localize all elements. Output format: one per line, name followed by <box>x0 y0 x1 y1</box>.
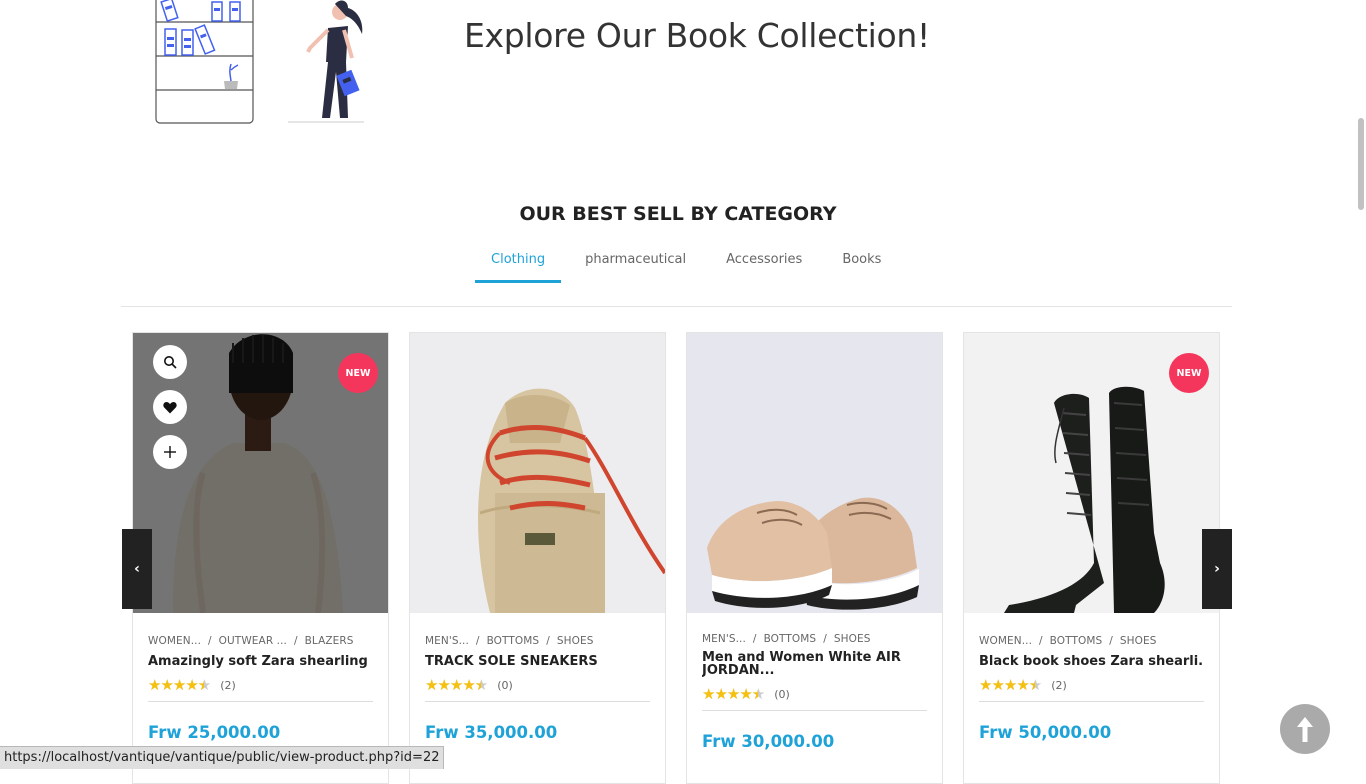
star-rating: ★★★★★★★★★★ <box>702 685 765 703</box>
product-image[interactable]: NEW <box>133 333 388 613</box>
crumb[interactable]: BOTTOMS <box>1050 635 1103 647</box>
product-rating: ★★★★★★★★★★ (2) <box>148 676 373 694</box>
product-image[interactable]: NEW <box>964 333 1219 613</box>
product-card[interactable]: MEN'S... / BOTTOMS / SHOES Men and Women Whi… <box>686 332 943 784</box>
star-rating: ★★★★★★★★★★ <box>425 676 488 694</box>
rating-count: (0) <box>774 687 790 701</box>
product-card[interactable]: NEW WOMEN... / BOTTOMS / SHOES Black book sh… <box>963 332 1220 784</box>
scrollbar-thumb[interactable] <box>1358 118 1364 210</box>
product-name[interactable]: Black book shoes Zara shearli... <box>979 655 1204 668</box>
rating-count: (2) <box>1051 678 1067 692</box>
product-rating: ★★★★★★★★★★ (2) <box>979 676 1204 694</box>
crumb[interactable]: OUTWEAR ... <box>219 635 287 647</box>
card-divider <box>979 701 1204 702</box>
scroll-to-top-button[interactable] <box>1280 704 1330 754</box>
crumb[interactable]: BOTTOMS <box>487 635 540 647</box>
product-breadcrumb: WOMEN... / OUTWEAR ... / BLAZERS <box>148 635 354 647</box>
quick-view-button[interactable] <box>153 345 187 379</box>
product-rating: ★★★★★★★★★★ (0) <box>702 685 927 703</box>
product-breadcrumb: MEN'S... / BOTTOMS / SHOES <box>702 633 871 645</box>
new-badge: NEW <box>338 353 378 393</box>
crumb[interactable]: BLAZERS <box>305 635 354 647</box>
add-to-compare-button[interactable] <box>153 435 187 469</box>
search-icon <box>164 356 177 369</box>
product-name[interactable]: TRACK SOLE SNEAKERS <box>425 655 650 668</box>
tab-pharmaceutical[interactable]: pharmaceutical <box>569 248 702 283</box>
product-rating: ★★★★★★★★★★ (0) <box>425 676 650 694</box>
product-card[interactable]: NEW WOMEN... / OUTWEAR ... / BLAZERS Amazing… <box>132 332 389 784</box>
product-price: Frw 25,000.00 <box>148 723 281 742</box>
product-name[interactable]: Men and Women White AIR JORDAN... <box>702 651 902 677</box>
chevron-right-icon: › <box>1214 561 1220 577</box>
tab-accessories[interactable]: Accessories <box>710 248 818 283</box>
star-rating: ★★★★★★★★★★ <box>148 676 211 694</box>
card-divider <box>148 701 373 702</box>
tab-books[interactable]: Books <box>826 248 897 283</box>
new-badge: NEW <box>1169 353 1209 393</box>
add-to-wishlist-button[interactable] <box>153 390 187 424</box>
page-scrollbar[interactable] <box>1356 0 1366 768</box>
crumb[interactable]: SHOES <box>834 633 871 645</box>
rating-count: (0) <box>497 678 513 692</box>
product-breadcrumb: WOMEN... / BOTTOMS / SHOES <box>979 635 1157 647</box>
status-bar-url: https://localhost/vantique/vantique/publ… <box>0 746 445 769</box>
product-price: Frw 35,000.00 <box>425 723 558 742</box>
plus-icon <box>164 446 176 458</box>
tabs-divider <box>121 306 1232 307</box>
rating-count: (2) <box>220 678 236 692</box>
section-title: OUR BEST SELL BY CATEGORY <box>519 203 837 225</box>
crumb[interactable]: WOMEN... <box>979 635 1032 647</box>
product-price: Frw 50,000.00 <box>979 723 1112 742</box>
hero-title: Explore Our Book Collection! <box>464 16 930 55</box>
product-image[interactable] <box>410 333 665 613</box>
product-breadcrumb: MEN'S... / BOTTOMS / SHOES <box>425 635 594 647</box>
crumb[interactable]: BOTTOMS <box>764 633 817 645</box>
heart-icon <box>163 401 177 413</box>
carousel-next-button[interactable]: › <box>1202 529 1232 609</box>
chevron-left-icon: ‹ <box>134 561 140 577</box>
product-card[interactable]: MEN'S... / BOTTOMS / SHOES TRACK SOLE SNEAKE… <box>409 332 666 784</box>
crumb[interactable]: MEN'S... <box>425 635 469 647</box>
product-image[interactable] <box>687 333 942 613</box>
crumb[interactable]: SHOES <box>557 635 594 647</box>
star-rating: ★★★★★★★★★★ <box>979 676 1042 694</box>
card-divider <box>702 710 927 711</box>
card-divider <box>425 701 650 702</box>
hero-illustration <box>150 0 380 130</box>
product-name[interactable]: Amazingly soft Zara shearling ... <box>148 655 373 668</box>
category-tabs: Clothing pharmaceutical Accessories Book… <box>475 248 905 283</box>
tab-clothing[interactable]: Clothing <box>475 248 562 283</box>
crumb[interactable]: WOMEN... <box>148 635 201 647</box>
arrow-up-icon <box>1297 717 1313 742</box>
crumb[interactable]: SHOES <box>1120 635 1157 647</box>
carousel-prev-button[interactable]: ‹ <box>122 529 152 609</box>
product-price: Frw 30,000.00 <box>702 732 835 751</box>
crumb[interactable]: MEN'S... <box>702 633 746 645</box>
